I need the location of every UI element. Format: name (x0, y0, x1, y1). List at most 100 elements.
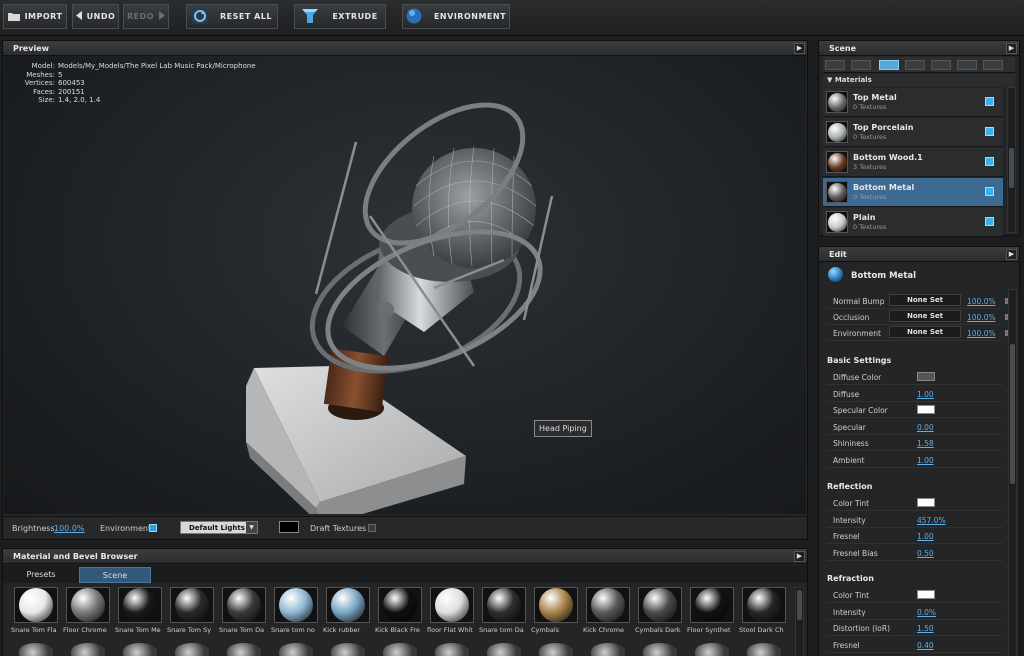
map-row[interactable]: Occlusion None Set 100.0% (827, 309, 1011, 325)
property-row[interactable]: Fresnel 1.00 (827, 528, 1003, 544)
material-ball-partial[interactable] (19, 643, 53, 656)
environment-button[interactable]: ENVIRONMENT (402, 4, 510, 29)
color-swatch[interactable] (917, 498, 935, 507)
property-value[interactable]: 0.0% (917, 608, 936, 617)
property-value[interactable]: 1.58 (917, 439, 934, 448)
checkbox-icon[interactable] (985, 157, 994, 166)
property-value[interactable]: 0.50 (917, 549, 934, 558)
scene-material-row[interactable]: Bottom Metal 0 Textures (823, 178, 1003, 207)
material-ball-partial[interactable] (279, 643, 313, 656)
browser-scrollbar[interactable] (795, 587, 804, 656)
material-ball-partial[interactable] (71, 643, 105, 656)
property-value[interactable]: 1.00 (917, 456, 934, 465)
map-strength[interactable]: 100.0% (967, 313, 996, 322)
chevron-right-icon[interactable]: ▶ (1006, 249, 1017, 260)
map-strength[interactable]: 100.0% (967, 297, 996, 306)
scene-material-row[interactable]: Plain 0 Textures (823, 208, 1003, 237)
property-value[interactable]: 457.0% (917, 516, 946, 525)
material-swatch[interactable]: floor Flat Whit (427, 587, 477, 634)
scroll-thumb[interactable] (1009, 148, 1014, 188)
property-row[interactable]: Shininess 1.58 (827, 435, 1003, 451)
color-swatch[interactable] (917, 405, 935, 414)
checkbox-icon[interactable] (985, 187, 994, 196)
chevron-right-icon[interactable]: ▶ (794, 43, 805, 54)
material-swatch[interactable]: Snare Tom Me (115, 587, 165, 634)
property-row[interactable]: Fresnel Bias 0.50 (827, 545, 1003, 561)
material-ball-partial[interactable] (175, 643, 209, 656)
property-value[interactable]: 1.00 (917, 532, 934, 541)
map-slot[interactable]: None Set (889, 326, 961, 338)
material-swatch[interactable]: Cymbals (531, 587, 581, 634)
scene-material-row[interactable]: Top Metal 0 Textures (823, 88, 1003, 117)
materials-section-header[interactable]: ▼ Materials (823, 74, 1015, 87)
property-row[interactable]: Specular Color (827, 402, 1003, 418)
microphone-model[interactable] (4, 56, 806, 514)
material-swatch[interactable]: Snare Tom Sy (167, 587, 217, 634)
3d-viewport[interactable]: Model: Models/My_Models/The Pixel Lab Mus… (4, 56, 806, 514)
edit-scrollbar[interactable] (1008, 289, 1017, 656)
material-ball-partial[interactable] (539, 643, 573, 656)
material-ball-partial[interactable] (695, 643, 729, 656)
material-swatch[interactable]: Snare Tom Fla (11, 587, 61, 634)
draft-textures-checkbox[interactable] (368, 523, 376, 532)
import-button[interactable]: IMPORT (3, 4, 67, 29)
property-value[interactable]: 0.40 (917, 641, 934, 650)
checkbox-icon[interactable] (985, 217, 994, 226)
scene-material-row[interactable]: Bottom Wood.1 3 Textures (823, 148, 1003, 177)
light-mode-icon[interactable] (931, 60, 951, 70)
property-value[interactable]: 1.00 (917, 390, 934, 399)
redo-button[interactable]: REDO (123, 4, 169, 29)
camera-mode-icon[interactable] (983, 60, 1003, 70)
scene-material-row[interactable]: Top Porcelain 0 Textures (823, 118, 1003, 147)
material-ball-partial[interactable] (383, 643, 417, 656)
color-swatch[interactable] (917, 590, 935, 599)
environment-checkbox[interactable] (149, 523, 157, 532)
chevron-right-icon[interactable]: ▶ (1006, 43, 1017, 54)
tab-scene[interactable]: Scene (79, 567, 151, 583)
property-row[interactable]: Ambient 1.00 (827, 452, 1003, 468)
map-row[interactable]: Normal Bump None Set 100.0% (827, 293, 1011, 309)
color-swatch[interactable] (917, 372, 935, 381)
material-swatch[interactable]: Kick Black Fre (375, 587, 425, 634)
map-slot[interactable]: None Set (889, 310, 961, 322)
scroll-thumb[interactable] (797, 590, 802, 620)
reset-all-button[interactable]: RESET ALL (186, 4, 278, 29)
map-row[interactable]: Environment None Set 100.0% (827, 325, 1011, 341)
material-swatch[interactable]: Floor Synthet (687, 587, 737, 634)
material-ball-partial[interactable] (747, 643, 781, 656)
material-ball-partial[interactable] (435, 643, 469, 656)
property-value[interactable]: 0.00 (917, 423, 934, 432)
property-row[interactable]: Diffuse Color (827, 369, 1003, 385)
material-swatch[interactable]: Kick Chrome (583, 587, 633, 634)
material-ball-partial[interactable] (331, 643, 365, 656)
material-ball-partial[interactable] (123, 643, 157, 656)
bevel-mode-icon[interactable] (905, 60, 925, 70)
property-row[interactable]: Color Tint (827, 495, 1003, 511)
property-row[interactable]: Specular 0.00 (827, 419, 1003, 435)
undo-button[interactable]: UNDO (72, 4, 119, 29)
property-row[interactable]: Fresnel 0.40 (827, 637, 1003, 653)
property-row[interactable]: Intensity 0.0% (827, 604, 1003, 620)
chevron-right-icon[interactable]: ▶ (794, 551, 805, 562)
property-row[interactable]: Color Tint (827, 587, 1003, 603)
material-ball-partial[interactable] (227, 643, 261, 656)
scroll-thumb[interactable] (1010, 344, 1015, 484)
brightness-value[interactable]: 100.0% (54, 524, 85, 533)
background-color-swatch[interactable] (279, 521, 299, 533)
map-slot[interactable]: None Set (889, 294, 961, 306)
material-swatch[interactable]: Snare tom no (271, 587, 321, 634)
texture-mode-icon[interactable] (957, 60, 977, 70)
material-ball-partial[interactable] (487, 643, 521, 656)
map-strength[interactable]: 100.0% (967, 329, 996, 338)
property-row[interactable]: Diffuse 1.00 (827, 386, 1003, 402)
spheres-icon[interactable] (851, 60, 871, 70)
material-swatch[interactable]: Snare tom Da (479, 587, 529, 634)
lights-dropdown[interactable]: Default Lights ▼ (180, 521, 258, 534)
cursor-icon[interactable] (825, 60, 845, 70)
material-swatch[interactable]: Snare Tom Da (219, 587, 269, 634)
extrude-button[interactable]: EXTRUDE (294, 4, 386, 29)
material-swatch[interactable]: Stool Dark Ch (739, 587, 789, 634)
scene-scrollbar[interactable] (1007, 87, 1016, 233)
material-mode-icon[interactable] (879, 60, 899, 70)
property-row[interactable]: Intensity 457.0% (827, 512, 1003, 528)
